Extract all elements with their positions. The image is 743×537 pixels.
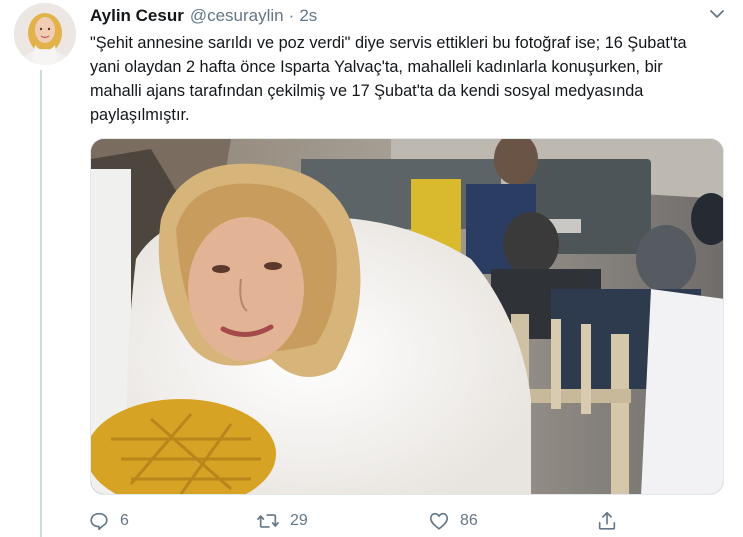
avatar[interactable]: [14, 3, 76, 65]
share-button[interactable]: [596, 508, 628, 534]
retweet-button[interactable]: 29: [256, 508, 308, 534]
user-name[interactable]: Aylin Cesur: [90, 6, 184, 26]
tweet-photo[interactable]: [90, 138, 724, 495]
reply-button[interactable]: 6: [88, 508, 129, 534]
retweet-count: 29: [290, 512, 308, 529]
heart-icon: [429, 512, 449, 530]
reply-count: 6: [120, 512, 129, 529]
share-icon: [598, 511, 616, 530]
chevron-down-icon[interactable]: [707, 6, 727, 22]
reply-icon: [90, 512, 108, 531]
tweet-header: Aylin Cesur @cesuraylin · 2s: [90, 4, 703, 28]
thread-line: [40, 70, 42, 537]
retweet-icon: [257, 514, 279, 528]
separator-dot: ·: [288, 6, 295, 25]
avatar-image: [14, 3, 76, 65]
like-button[interactable]: 86: [428, 508, 478, 534]
tweet[interactable]: Aylin Cesur @cesuraylin · 2s "Şehit anne…: [0, 0, 743, 537]
tweet-actions: 6 29 86: [88, 508, 628, 534]
like-count: 86: [460, 512, 478, 529]
tweet-text: "Şehit annesine sarıldı ve poz verdi" di…: [90, 34, 687, 124]
user-handle[interactable]: @cesuraylin: [190, 6, 284, 26]
tweet-time[interactable]: 2s: [299, 6, 317, 26]
